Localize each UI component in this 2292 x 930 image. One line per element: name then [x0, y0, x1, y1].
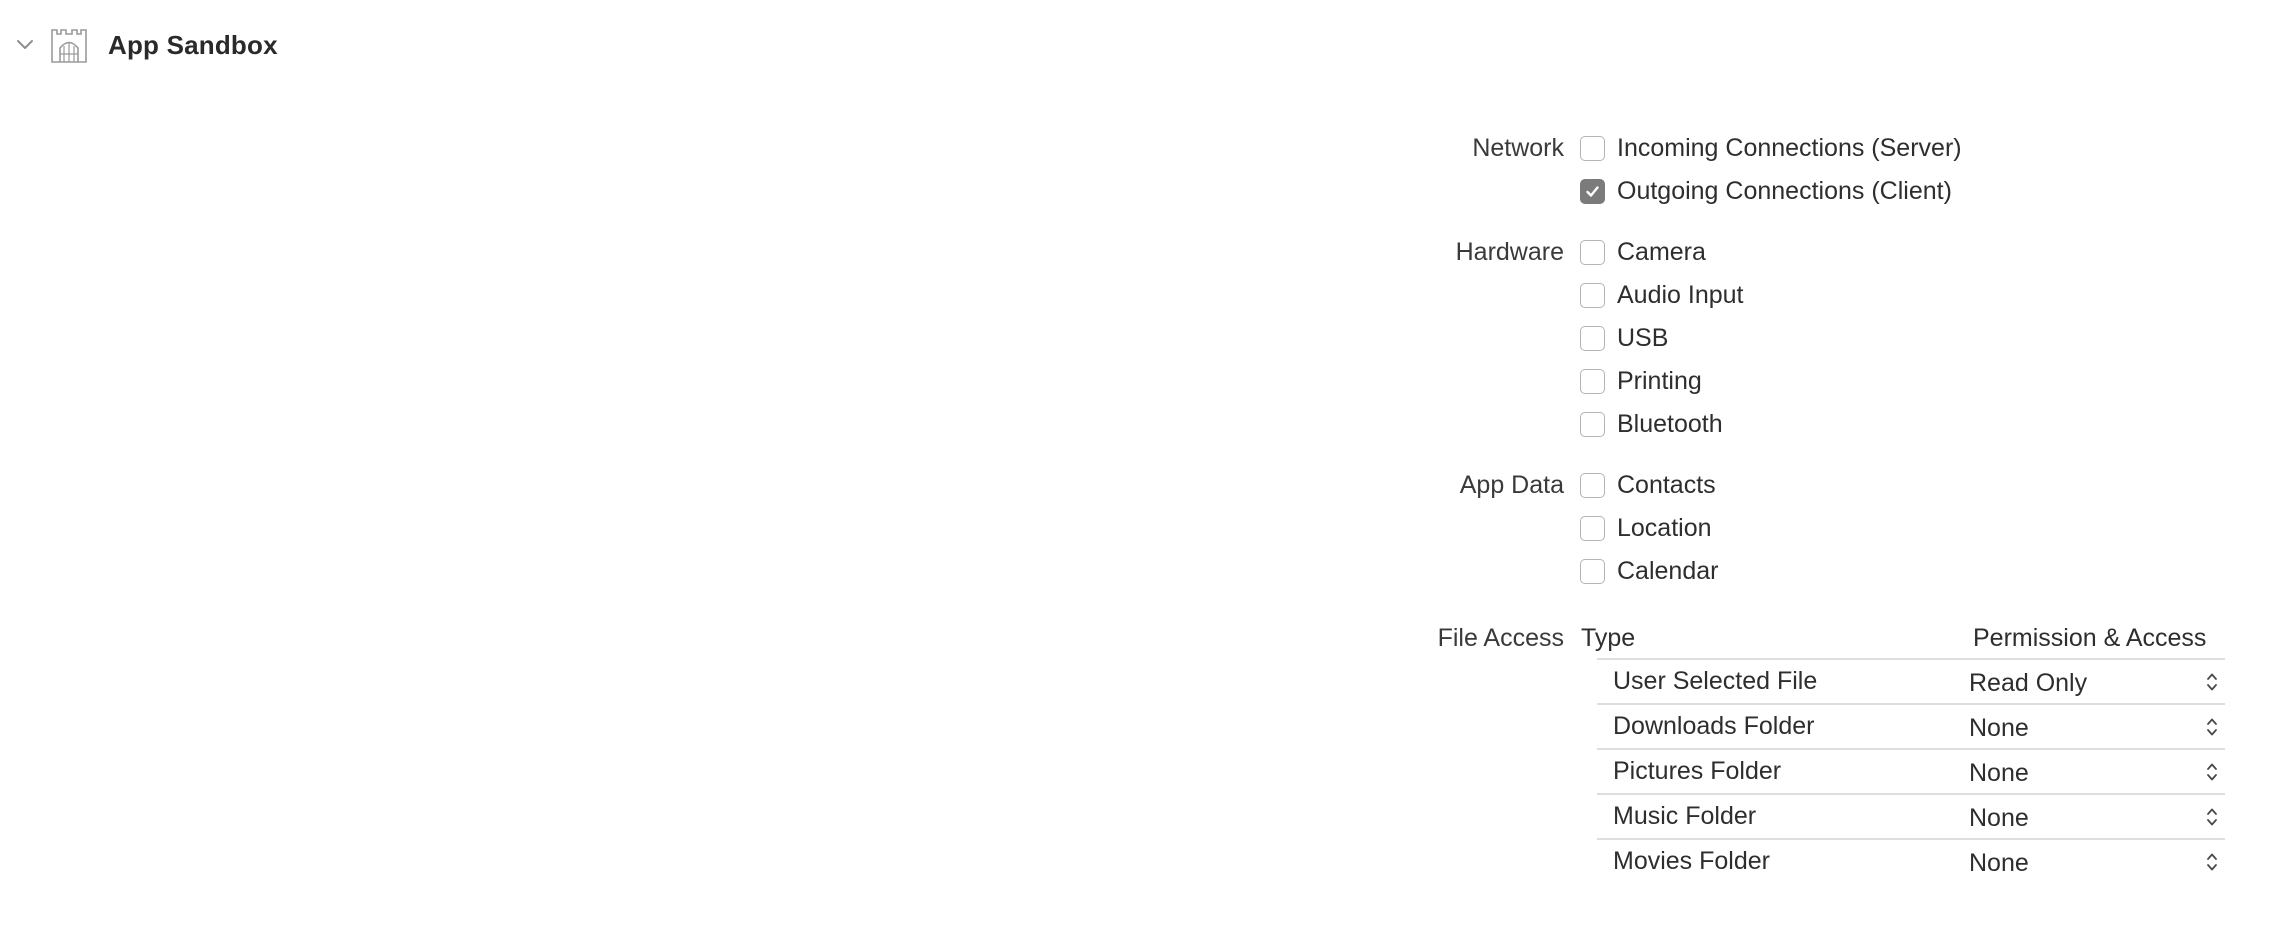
permission-value: None	[1969, 849, 2029, 877]
printing-option[interactable]: Printing	[1580, 366, 1702, 396]
file-type-label: Movies Folder	[1613, 847, 1770, 875]
up-down-arrows-icon	[2207, 808, 2217, 826]
audio-input-label: Audio Input	[1617, 281, 1744, 309]
location-label: Location	[1617, 514, 1712, 542]
incoming-connections-option[interactable]: Incoming Connections (Server)	[1580, 133, 1962, 163]
up-down-arrows-icon	[2207, 853, 2217, 871]
file-access-label: File Access	[1437, 624, 1564, 652]
contacts-checkbox[interactable]	[1580, 472, 1605, 498]
audio-input-option[interactable]: Audio Input	[1580, 280, 1744, 310]
audio-input-checkbox[interactable]	[1580, 282, 1605, 308]
up-down-arrows-icon	[2207, 673, 2217, 691]
permission-value: None	[1969, 759, 2029, 787]
printing-checkbox[interactable]	[1580, 368, 1605, 394]
camera-checkbox[interactable]	[1580, 239, 1605, 265]
file-type-label: Downloads Folder	[1613, 712, 1815, 740]
file-type-label: Pictures Folder	[1613, 757, 1782, 785]
table-row: User Selected File Read Only	[1597, 658, 2225, 703]
file-type-label: Music Folder	[1613, 802, 1757, 830]
checkmark-icon	[1586, 185, 1599, 197]
permission-popup[interactable]: None	[1969, 839, 2225, 883]
location-checkbox[interactable]	[1580, 515, 1605, 541]
file-type-label: User Selected File	[1613, 667, 1818, 695]
outgoing-connections-label: Outgoing Connections (Client)	[1617, 177, 1952, 205]
chevron-down-icon[interactable]	[14, 34, 36, 56]
bluetooth-label: Bluetooth	[1617, 410, 1723, 438]
permission-popup[interactable]: Read Only	[1969, 659, 2225, 703]
outgoing-connections-checkbox[interactable]	[1580, 178, 1605, 204]
capability-header: App Sandbox	[14, 24, 278, 66]
table-row: Movies Folder None	[1597, 838, 2225, 883]
permission-value: None	[1969, 714, 2029, 742]
permission-value: None	[1969, 804, 2029, 832]
usb-option[interactable]: USB	[1580, 323, 1668, 353]
camera-option[interactable]: Camera	[1580, 237, 1706, 267]
incoming-connections-checkbox[interactable]	[1580, 135, 1605, 161]
bluetooth-option[interactable]: Bluetooth	[1580, 409, 1723, 439]
incoming-connections-label: Incoming Connections (Server)	[1617, 134, 1962, 162]
calendar-checkbox[interactable]	[1580, 558, 1605, 584]
table-row: Music Folder None	[1597, 793, 2225, 838]
calendar-label: Calendar	[1617, 557, 1719, 585]
contacts-option[interactable]: Contacts	[1580, 470, 1716, 500]
type-column-header: Type	[1581, 624, 1636, 652]
permission-column-header: Permission & Access	[1973, 624, 2207, 652]
printing-label: Printing	[1617, 367, 1702, 395]
permission-value: Read Only	[1969, 669, 2088, 697]
table-row: Downloads Folder None	[1597, 703, 2225, 748]
usb-label: USB	[1617, 324, 1669, 352]
permission-popup[interactable]: None	[1969, 794, 2225, 838]
contacts-label: Contacts	[1617, 471, 1716, 499]
hardware-label: Hardware	[1455, 238, 1564, 266]
capability-title: App Sandbox	[108, 29, 278, 60]
network-label: Network	[1472, 134, 1564, 162]
outgoing-connections-option[interactable]: Outgoing Connections (Client)	[1580, 176, 1952, 206]
calendar-option[interactable]: Calendar	[1580, 556, 1718, 586]
permission-popup[interactable]: None	[1969, 749, 2225, 793]
permission-popup[interactable]: None	[1969, 704, 2225, 748]
file-access-section: File Access Type Permission & Access Use…	[1300, 623, 2225, 893]
location-option[interactable]: Location	[1580, 513, 1712, 543]
table-row: Pictures Folder None	[1597, 748, 2225, 793]
up-down-arrows-icon	[2207, 763, 2217, 781]
camera-label: Camera	[1617, 238, 1706, 266]
bluetooth-checkbox[interactable]	[1580, 411, 1605, 437]
app-data-label: App Data	[1459, 471, 1564, 499]
sandbox-icon	[48, 24, 90, 66]
usb-checkbox[interactable]	[1580, 325, 1605, 351]
up-down-arrows-icon	[2207, 718, 2217, 736]
